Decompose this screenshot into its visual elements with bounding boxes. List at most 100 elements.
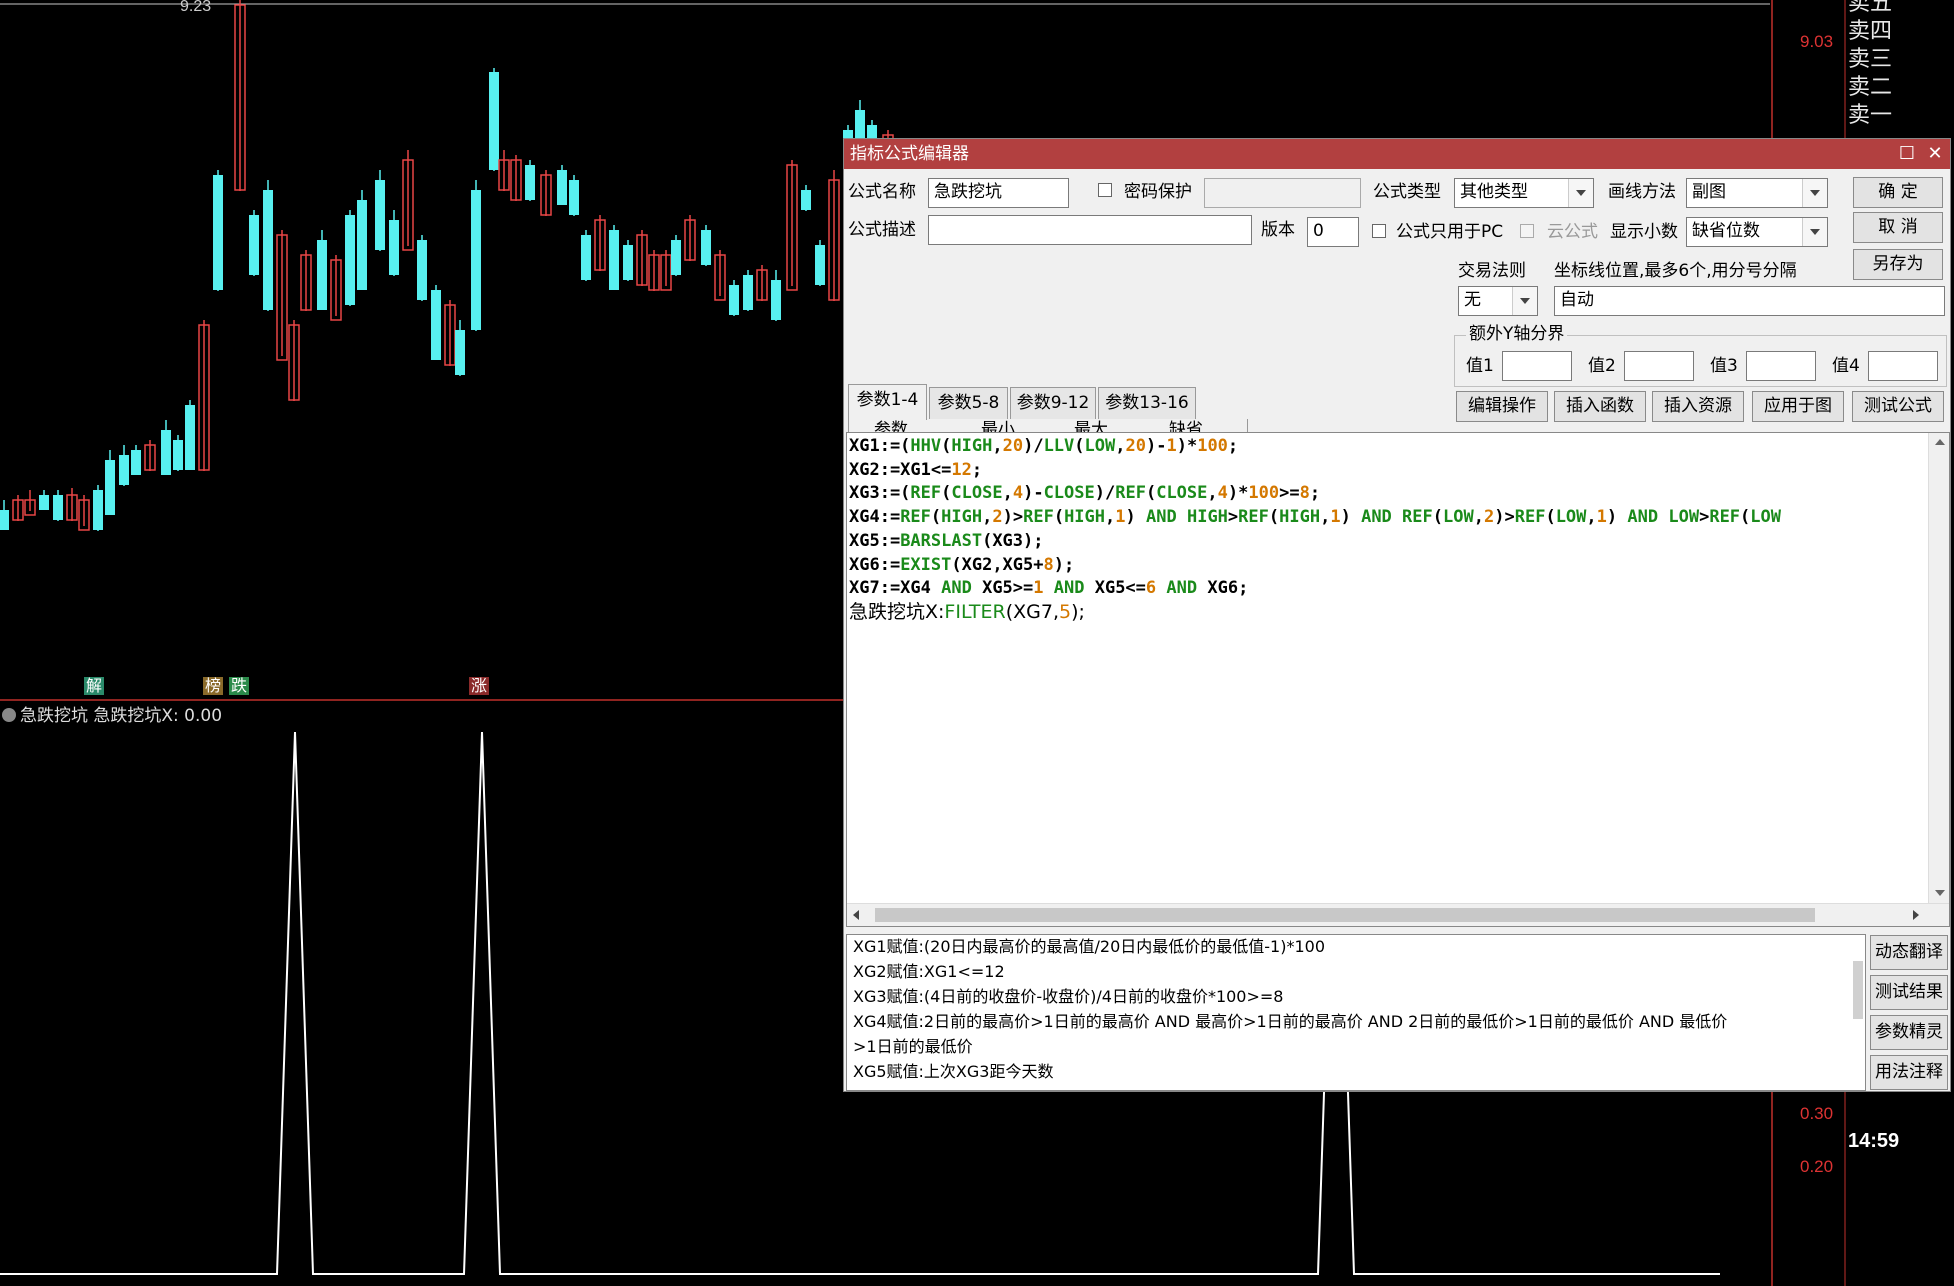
translation-panel[interactable]: XG1赋值:(20日内最高价的最高值/20日内最低价的最低值-1)*100 XG… <box>846 934 1866 1091</box>
chevron-down-icon[interactable] <box>1568 179 1593 207</box>
code-editor[interactable]: XG1:=(HHV(HIGH,20)/LLV(LOW,20)-1)*100; XG… <box>846 432 1950 927</box>
code-line[interactable]: 急跌挖坑X:FILTER(XG7,5); <box>849 601 1085 624</box>
candle-body <box>263 190 273 310</box>
param-wizard-button[interactable]: 参数精灵 <box>1870 1015 1948 1050</box>
candle-body <box>569 180 579 215</box>
close-icon[interactable]: ✕ <box>1922 139 1948 169</box>
candle-body <box>345 215 355 305</box>
candle-body <box>671 240 681 275</box>
candle-body <box>815 245 825 285</box>
formula-desc-input[interactable] <box>928 215 1252 245</box>
candle-body <box>213 175 223 290</box>
candle-body <box>701 230 711 265</box>
formula-editor-dialog: 指标公式编辑器 ☐ ✕ 公式名称 急跌挖坑 密码保护 公式类型 其他类型 画线方… <box>843 138 1951 1092</box>
candle-body <box>119 455 129 485</box>
axis-pos-input[interactable]: 自动 <box>1554 286 1945 316</box>
dialog-titlebar[interactable]: 指标公式编辑器 <box>844 139 1950 169</box>
tab-params-9-12[interactable]: 参数9-12 <box>1010 387 1096 419</box>
scroll-down-icon[interactable] <box>1935 890 1945 896</box>
trade-rule-value: 无 <box>1464 290 1481 310</box>
order-book-row: 卖一 <box>1848 103 1893 128</box>
order-book-row: 卖二 <box>1848 75 1893 100</box>
cloud-checkbox[interactable] <box>1520 224 1534 238</box>
cancel-button[interactable]: 取 消 <box>1853 212 1943 243</box>
scroll-up-icon[interactable] <box>1935 439 1945 445</box>
indicator-header[interactable]: 急跌挖坑 急跌挖坑X: 0.00 <box>2 701 222 726</box>
code-line[interactable]: XG4:=REF(HIGH,2)>REF(HIGH,1) AND HIGH>RE… <box>849 506 1781 529</box>
formula-name-input[interactable]: 急跌挖坑 <box>928 178 1069 208</box>
code-line[interactable]: XG5:=BARSLAST(XG3); <box>849 530 1044 553</box>
candle-body <box>173 440 183 470</box>
signal-badge: 涨 <box>469 676 490 695</box>
code-line[interactable]: XG3:=(REF(CLOSE,4)-CLOSE)/REF(CLOSE,4)*1… <box>849 482 1320 505</box>
formula-desc-label: 公式描述 <box>848 220 916 240</box>
ok-button[interactable]: 确 定 <box>1853 177 1943 208</box>
candle-body <box>417 240 427 300</box>
chevron-down-icon[interactable] <box>1802 179 1827 207</box>
vertical-scrollbar[interactable] <box>1928 433 1949 926</box>
axis-pos-label: 坐标线位置,最多6个,用分号分隔 <box>1554 261 1797 281</box>
password-input[interactable] <box>1204 178 1361 208</box>
tab-params-5-8[interactable]: 参数5-8 <box>929 387 1008 419</box>
code-line[interactable]: XG2:=XG1<=12; <box>849 459 982 482</box>
edit-ops-button[interactable]: 编辑操作 <box>1456 391 1548 422</box>
y-tick-label: 0.30 <box>1800 1104 1834 1123</box>
decimals-select[interactable]: 缺省位数 <box>1686 217 1828 247</box>
scroll-thumb[interactable] <box>875 908 1815 922</box>
desc-scroll-thumb[interactable] <box>1853 961 1863 1019</box>
tab-params-1-4[interactable]: 参数1-4 <box>848 384 927 420</box>
order-book-row: 卖三 <box>1848 47 1893 72</box>
tab-params-13-16[interactable]: 参数13-16 <box>1098 387 1196 419</box>
apply-to-chart-button[interactable]: 应用于图 <box>1752 391 1844 422</box>
candles-group <box>0 0 978 531</box>
usage-notes-button[interactable]: 用法注释 <box>1870 1055 1948 1090</box>
draw-method-label: 画线方法 <box>1608 182 1676 202</box>
code-line[interactable]: XG1:=(HHV(HIGH,20)/LLV(LOW,20)-1)*100; <box>849 435 1238 458</box>
description-line: XG5赋值:上次XG3距今天数 <box>853 1062 1054 1081</box>
horizontal-scrollbar[interactable] <box>847 903 1949 926</box>
val2-input[interactable] <box>1624 351 1694 381</box>
maximize-icon[interactable]: ☐ <box>1894 139 1920 169</box>
pc-only-checkbox[interactable] <box>1372 224 1386 238</box>
formula-type-value: 其他类型 <box>1460 182 1528 202</box>
draw-method-select[interactable]: 副图 <box>1686 178 1828 208</box>
candle-body <box>39 495 49 510</box>
formula-type-label: 公式类型 <box>1373 182 1441 202</box>
save-as-button[interactable]: 另存为 <box>1853 249 1943 280</box>
code-line[interactable]: XG7:=XG4 AND XG5>=1 AND XG5<=6 AND XG6; <box>849 577 1248 600</box>
candle-body <box>581 235 591 280</box>
val-label: 值2 <box>1588 356 1616 376</box>
val4-input[interactable] <box>1868 351 1938 381</box>
candle-body <box>53 495 63 520</box>
test-result-button[interactable]: 测试结果 <box>1870 975 1948 1010</box>
candle-body <box>471 190 481 330</box>
version-input[interactable]: 0 <box>1307 217 1359 247</box>
collapse-icon[interactable] <box>2 708 16 722</box>
decimals-label: 显示小数 <box>1610 222 1678 242</box>
y-tick-label: 9.03 <box>1800 32 1834 51</box>
time-label: 14:59 <box>1848 1130 1900 1152</box>
signal-badge: 跌 <box>229 676 250 695</box>
candle-body <box>525 165 535 200</box>
formula-type-select[interactable]: 其他类型 <box>1454 178 1594 208</box>
val3-input[interactable] <box>1746 351 1816 381</box>
insert-function-button[interactable]: 插入函数 <box>1554 391 1646 422</box>
candle-body <box>185 405 195 470</box>
val1-input[interactable] <box>1502 351 1572 381</box>
decimals-value: 缺省位数 <box>1692 221 1760 241</box>
insert-resource-button[interactable]: 插入资源 <box>1652 391 1744 422</box>
scroll-left-icon[interactable] <box>853 910 859 920</box>
candle-body <box>0 510 9 530</box>
password-checkbox[interactable] <box>1098 183 1112 197</box>
code-line[interactable]: XG6:=EXIST(XG2,XG5+8); <box>849 554 1074 577</box>
trade-rule-select[interactable]: 无 <box>1458 286 1538 316</box>
scroll-right-icon[interactable] <box>1913 910 1919 920</box>
description-line: XG1赋值:(20日内最高价的最高值/20日内最低价的最低值-1)*100 <box>853 937 1326 956</box>
draw-method-value: 副图 <box>1692 182 1726 202</box>
test-formula-button[interactable]: 测试公式 <box>1852 391 1944 422</box>
candle-body <box>489 72 499 170</box>
chevron-down-icon[interactable] <box>1802 218 1827 246</box>
candle-body <box>557 170 567 205</box>
chevron-down-icon[interactable] <box>1512 287 1537 315</box>
dynamic-translate-button[interactable]: 动态翻译 <box>1870 935 1948 970</box>
